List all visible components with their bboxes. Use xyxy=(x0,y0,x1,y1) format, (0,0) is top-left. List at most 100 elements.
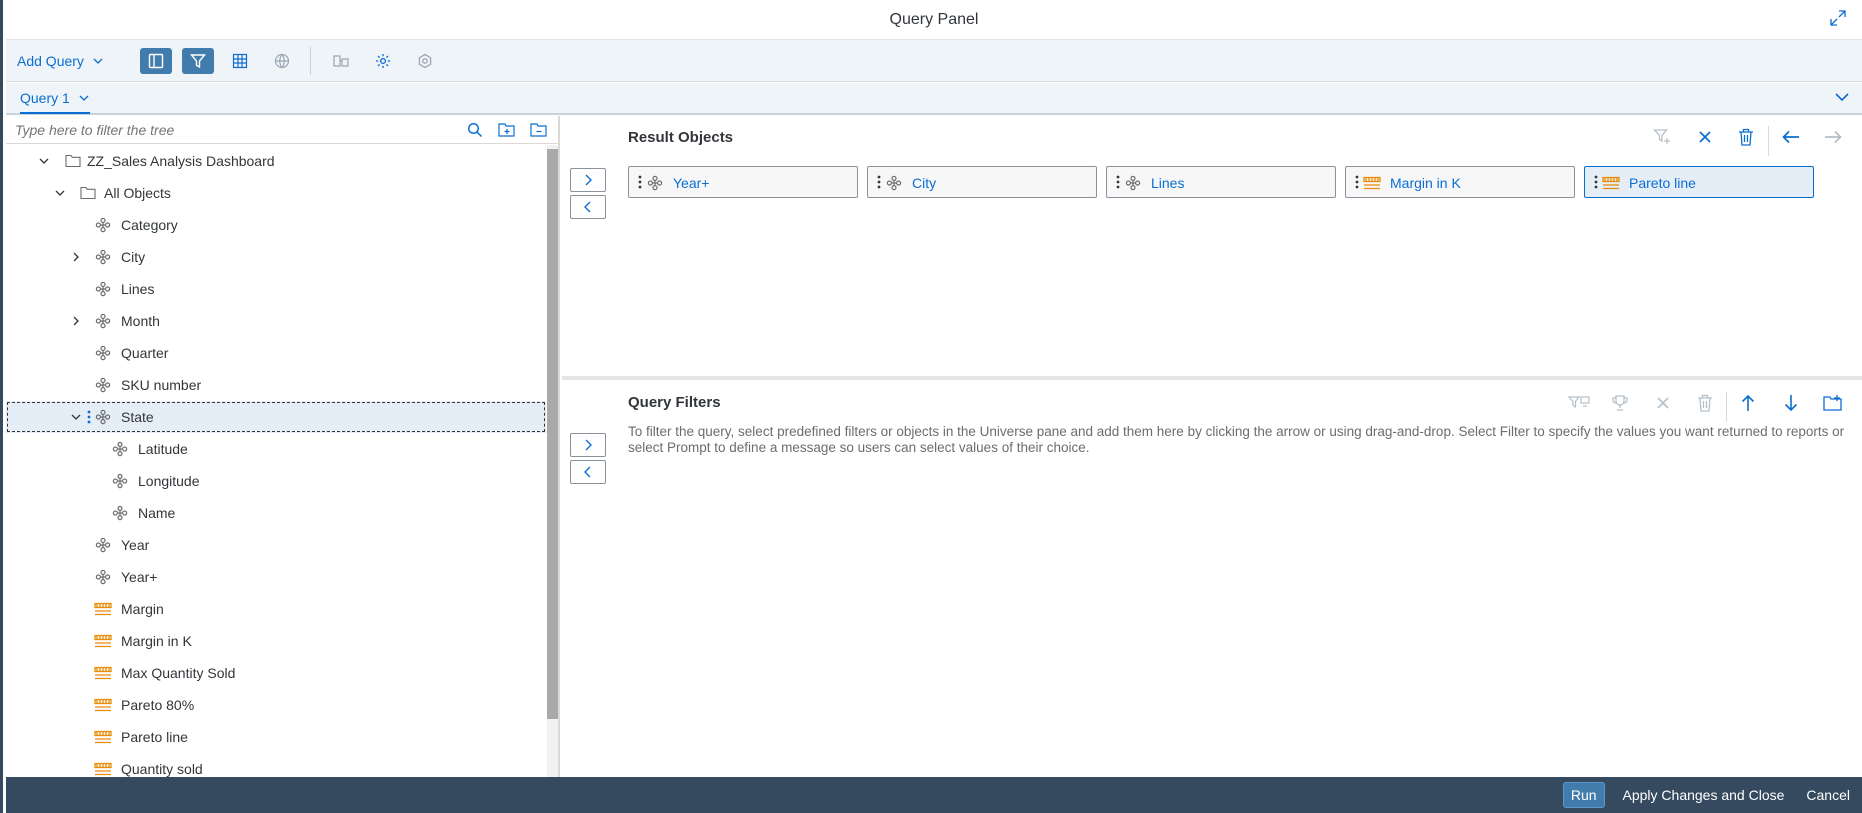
measure-icon xyxy=(94,664,112,682)
delete-icon[interactable] xyxy=(1735,126,1757,148)
tree-item-label: Longitude xyxy=(138,473,200,489)
data-preview-button[interactable] xyxy=(224,48,256,74)
tree-item-label: Quarter xyxy=(121,345,169,361)
chevron-down-icon[interactable] xyxy=(37,154,51,168)
tree-item[interactable]: Latitude xyxy=(6,433,546,465)
add-query-button[interactable]: Add Query xyxy=(17,53,104,69)
result-object-chip[interactable]: City xyxy=(867,166,1097,198)
title-bar: Query Panel xyxy=(6,0,1862,40)
pane-divider[interactable] xyxy=(562,376,1862,380)
measure-icon xyxy=(94,600,112,618)
chevron-left-icon xyxy=(584,201,591,213)
expand-tree-icon[interactable] xyxy=(495,120,519,140)
measure-icon xyxy=(1602,174,1620,192)
dimension-icon xyxy=(94,408,112,426)
run-button[interactable]: Run xyxy=(1562,782,1605,808)
tree-item[interactable]: Quantity sold xyxy=(6,753,546,777)
tree-item[interactable]: City xyxy=(6,241,546,273)
tree-item[interactable]: Pareto line xyxy=(6,721,546,753)
close-icon[interactable] xyxy=(1694,126,1716,148)
tree-item[interactable]: Name xyxy=(6,497,546,529)
chevron-right-icon[interactable] xyxy=(69,250,83,264)
add-query-label: Add Query xyxy=(17,52,84,69)
toggle-outline-button[interactable] xyxy=(139,47,172,74)
result-object-chip[interactable]: Margin in K xyxy=(1345,166,1575,198)
expand-icon[interactable] xyxy=(1830,10,1848,28)
tree-item[interactable]: Category xyxy=(6,209,546,241)
chevron-right-icon xyxy=(585,439,592,451)
apply-changes-and-close-button[interactable]: Apply Changes and Close xyxy=(1619,787,1789,803)
search-icon[interactable] xyxy=(463,120,487,140)
chevron-down-icon xyxy=(1835,93,1849,102)
filter-icon xyxy=(189,53,206,68)
remove-from-filters-button[interactable] xyxy=(570,460,606,484)
tree-item[interactable]: State xyxy=(6,401,546,433)
cancel-button[interactable]: Cancel xyxy=(1802,787,1854,803)
add-filter-icon[interactable] xyxy=(1651,126,1673,148)
drag-handle-icon[interactable] xyxy=(87,410,91,424)
chevron-down-icon[interactable] xyxy=(53,186,67,200)
tree-item[interactable]: Year+ xyxy=(6,561,546,593)
scrollbar-thumb[interactable] xyxy=(547,149,558,719)
universe-button[interactable] xyxy=(266,48,298,74)
add-subquery-icon[interactable] xyxy=(1822,392,1844,414)
collapse-header-button[interactable] xyxy=(1834,89,1850,110)
result-object-chip[interactable]: Year+ xyxy=(628,166,858,198)
drag-handle-icon[interactable] xyxy=(1355,175,1359,191)
gear-icon xyxy=(375,53,390,68)
tree-item[interactable]: Margin in K xyxy=(6,625,546,657)
tree-folder[interactable]: All Objects xyxy=(6,177,546,209)
tree-item[interactable]: SKU number xyxy=(6,369,546,401)
tree-item-label: Category xyxy=(121,217,178,233)
tab-query-1[interactable]: Query 1 xyxy=(20,90,90,114)
tree-item-label: Lines xyxy=(121,281,155,297)
tree-scrollbar[interactable] xyxy=(547,145,558,777)
tree-item[interactable]: Longitude xyxy=(6,465,546,497)
chevron-right-icon[interactable] xyxy=(69,314,83,328)
tree-item[interactable]: Max Quantity Sold xyxy=(6,657,546,689)
chevron-down-icon[interactable] xyxy=(69,410,83,424)
drag-handle-icon[interactable] xyxy=(1594,175,1598,191)
measure-icon xyxy=(94,632,112,650)
tree-item[interactable]: Margin xyxy=(6,593,546,625)
tree-item[interactable]: Lines xyxy=(6,273,546,305)
tree-item-label: Max Quantity Sold xyxy=(121,665,236,681)
drag-handle-icon[interactable] xyxy=(1116,175,1120,191)
query-tab-strip: Query 1 xyxy=(6,83,1862,115)
drag-handle-icon[interactable] xyxy=(877,175,881,191)
tree-filter-input[interactable] xyxy=(15,121,455,138)
tree-item[interactable]: Quarter xyxy=(6,337,546,369)
arrow-left-icon[interactable] xyxy=(1780,126,1802,148)
tree-item[interactable]: Pareto 80% xyxy=(6,689,546,721)
settings-button[interactable] xyxy=(409,48,441,74)
dimension-icon xyxy=(94,312,112,330)
query-panel-window: Query Panel Add Query Query 1 Type here … xyxy=(0,0,1862,813)
filter-pane-button[interactable] xyxy=(181,47,214,74)
arrow-right-icon[interactable] xyxy=(1822,126,1844,148)
arrow-up-icon[interactable] xyxy=(1737,392,1759,414)
close-icon[interactable] xyxy=(1652,392,1674,414)
dimension-icon xyxy=(94,248,112,266)
result-object-chip[interactable]: Lines xyxy=(1106,166,1336,198)
predefined-filter-icon[interactable] xyxy=(1568,392,1590,414)
tree-folder[interactable]: ZZ_Sales Analysis Dashboard xyxy=(6,145,546,177)
add-to-results-button[interactable] xyxy=(570,168,606,192)
collapse-tree-icon[interactable] xyxy=(527,120,551,140)
query-properties-button[interactable] xyxy=(367,48,399,74)
tree-item[interactable]: Month xyxy=(6,305,546,337)
arrow-down-icon[interactable] xyxy=(1780,392,1802,414)
combined-query-icon xyxy=(333,54,349,67)
result-object-label: City xyxy=(912,175,937,191)
chevron-down-icon xyxy=(93,58,103,64)
result-object-chip[interactable]: Pareto line xyxy=(1584,166,1814,198)
add-to-filters-button[interactable] xyxy=(570,433,606,457)
result-object-label: Year+ xyxy=(673,175,710,191)
toolbar-separator xyxy=(1726,392,1727,422)
combined-query-button[interactable] xyxy=(325,48,357,74)
delete-icon[interactable] xyxy=(1694,392,1716,414)
remove-from-results-button[interactable] xyxy=(570,195,606,219)
query-definition-pane: Result Objects Year+ City Lines Margin i… xyxy=(562,116,1862,777)
tree-item[interactable]: Year xyxy=(6,529,546,561)
drag-handle-icon[interactable] xyxy=(638,175,642,191)
trophy-icon[interactable] xyxy=(1609,392,1631,414)
